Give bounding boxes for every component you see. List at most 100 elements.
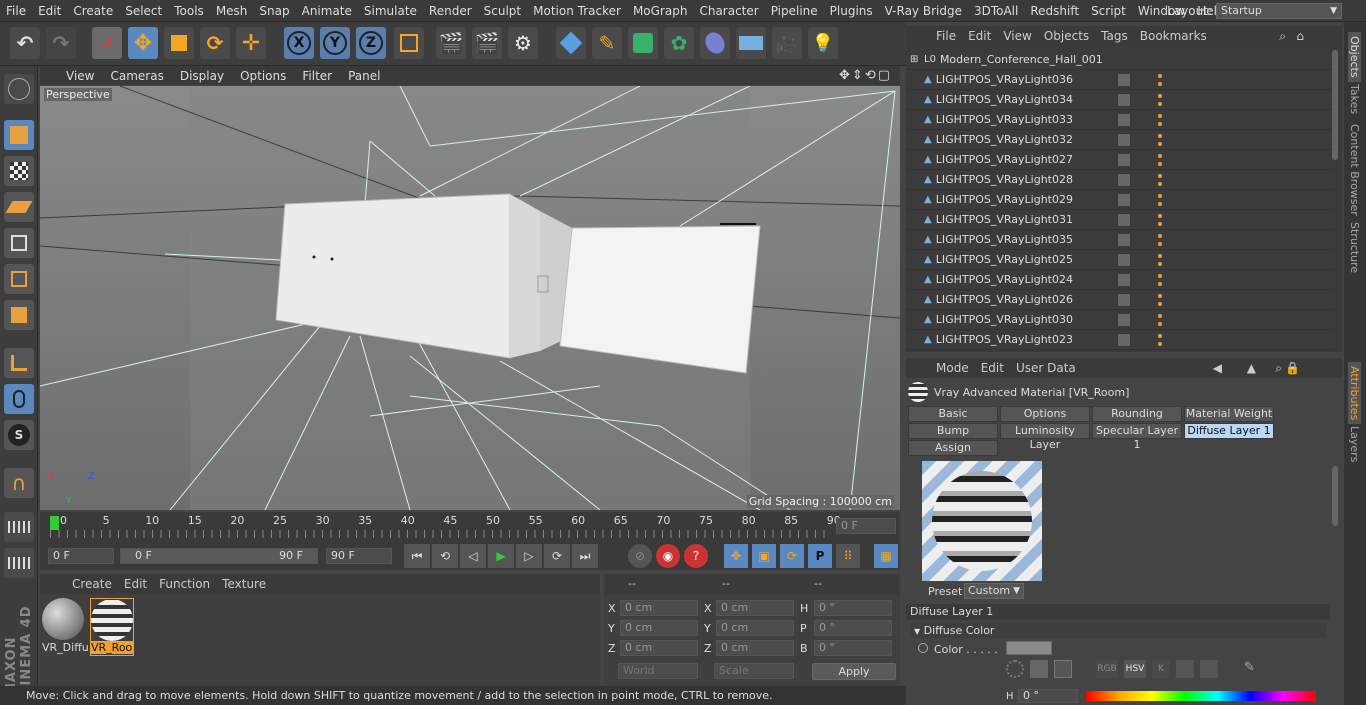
live-selection-button[interactable]: ➚ (92, 27, 122, 59)
solo-button[interactable]: S (4, 420, 34, 450)
object-row[interactable]: ▲ LIGHTPOS_VRayLight023 (906, 330, 1334, 350)
pen-tool-button[interactable]: ✎ (592, 27, 622, 59)
coord-value-field[interactable]: 0 ° (814, 620, 892, 636)
scale-dropdown[interactable]: Scale (714, 663, 794, 679)
menu-file[interactable]: File (0, 4, 32, 18)
side-tab-objects[interactable]: Objects (1348, 32, 1361, 82)
visibility-toggle-icon[interactable] (1117, 133, 1130, 146)
mixer-icon[interactable] (1176, 660, 1194, 678)
deformer-button[interactable] (700, 27, 730, 59)
object-row[interactable]: ▲ LIGHTPOS_VRayLight032 (906, 130, 1334, 150)
tab-options[interactable]: Options (1000, 406, 1090, 422)
z-axis-button[interactable]: Z (356, 27, 386, 59)
object-row[interactable]: ▲ LIGHTPOS_VRayLight028 (906, 170, 1334, 190)
coord-value-field[interactable]: 0 cm (620, 620, 698, 636)
menu-3dtoall[interactable]: 3DToAll (968, 4, 1024, 18)
previous-frame-button[interactable]: ◁ (460, 544, 486, 568)
object-menu-edit[interactable]: Edit (962, 29, 997, 43)
radio-icon[interactable] (918, 643, 928, 653)
viewport-menu-view[interactable]: View (58, 69, 102, 83)
next-key-button[interactable]: ⟳ (544, 544, 570, 568)
menu-animate[interactable]: Animate (296, 4, 358, 18)
camera-button[interactable]: 🎥 (772, 27, 802, 59)
object-row[interactable]: ▲ LIGHTPOS_VRayLight029 (906, 190, 1334, 210)
go-to-start-button[interactable]: ⏮ (404, 544, 430, 568)
tweak-mode-button[interactable] (4, 384, 34, 414)
edges-mode-button[interactable] (4, 264, 34, 294)
viewport-menu-cameras[interactable]: Cameras (102, 69, 171, 83)
eyedropper-icon[interactable]: ✎ (1244, 660, 1262, 678)
material-menu-edit[interactable]: Edit (118, 577, 153, 591)
object-row[interactable]: ▲ LIGHTPOS_VRayLight031 (906, 210, 1334, 230)
subdivision-button[interactable] (628, 27, 658, 59)
menu-plugins[interactable]: Plugins (824, 4, 879, 18)
current-frame-field[interactable]: 0 F (836, 518, 896, 534)
side-tab-takes[interactable]: Takes (1348, 84, 1361, 114)
hsv-button[interactable]: HSV (1124, 660, 1146, 678)
scale-tool-button[interactable] (164, 27, 194, 59)
side-tab-attributes[interactable]: Attributes (1348, 362, 1361, 425)
tab-material-weight[interactable]: Material Weight (1184, 406, 1274, 422)
visibility-toggle-icon[interactable] (1117, 313, 1130, 326)
floor-button[interactable] (736, 27, 766, 59)
object-home-icon[interactable]: ⌂ (1296, 29, 1304, 43)
diffuse-color-group[interactable]: ▼ Diffuse Color (910, 623, 1326, 638)
timeline-window-icon[interactable]: ▦ (874, 544, 898, 568)
visibility-toggle-icon[interactable] (1117, 173, 1130, 186)
object-search-icon[interactable]: ⌕ (1279, 29, 1286, 44)
snapping-button[interactable]: ∩ (4, 468, 34, 498)
viewport-menu-filter[interactable]: Filter (294, 69, 340, 83)
cube-button[interactable] (556, 27, 586, 59)
viewport-menu-panel[interactable]: Panel (340, 69, 388, 83)
material-preview[interactable] (922, 461, 1042, 581)
object-row[interactable]: ▲ LIGHTPOS_VRayLight034 (906, 90, 1334, 110)
color-wheel-icon[interactable] (1006, 660, 1024, 678)
redo-button[interactable]: ↷ (46, 27, 76, 59)
visibility-toggle-icon[interactable] (1117, 73, 1130, 86)
hue-slider[interactable] (1086, 691, 1316, 701)
attributes-scrollbar[interactable] (1332, 466, 1338, 526)
back-arrow-icon[interactable]: ◀ (1213, 361, 1222, 375)
menu-edit[interactable]: Edit (32, 4, 67, 18)
material-menu-create[interactable]: Create (66, 577, 118, 591)
move-tool-button[interactable]: ✥ (128, 27, 158, 59)
spectrum-icon[interactable] (1200, 660, 1218, 678)
visibility-toggle-icon[interactable] (1117, 93, 1130, 106)
object-row[interactable]: ▲ LIGHTPOS_VRayLight025 (906, 250, 1334, 270)
record-icon[interactable]: ◉ (656, 544, 680, 568)
material-menu-texture[interactable]: Texture (216, 577, 272, 591)
color-square-icon[interactable] (1030, 660, 1048, 678)
visibility-toggle-icon[interactable] (1117, 333, 1130, 346)
menu-mesh[interactable]: Mesh (210, 4, 254, 18)
grid-snap-button[interactable] (4, 512, 34, 542)
model-mode-button[interactable] (4, 120, 34, 150)
key-scale-icon[interactable]: ▣ (752, 544, 776, 568)
play-button[interactable]: ▶ (488, 544, 514, 568)
menu-vray-bridge[interactable]: V-Ray Bridge (879, 4, 968, 18)
menu-motion-tracker[interactable]: Motion Tracker (527, 4, 627, 18)
key-rotation-icon[interactable]: ⟳ (780, 544, 804, 568)
x-axis-button[interactable]: X (284, 27, 314, 59)
visibility-toggle-icon[interactable] (1117, 273, 1130, 286)
menu-snap[interactable]: Snap (253, 4, 295, 18)
visibility-toggle-icon[interactable] (1117, 213, 1130, 226)
side-tab-layers[interactable]: Layers (1348, 426, 1361, 462)
tab-diffuse-layer-1[interactable]: Diffuse Layer 1 (1184, 423, 1274, 439)
go-to-end-button[interactable]: ⏭ (572, 544, 598, 568)
workplane-mode-button[interactable] (4, 192, 34, 222)
viewport-navigation-icons[interactable]: ✥⇕⟲▢ (831, 68, 900, 83)
attributes-search-icon[interactable]: ⌕ (1275, 361, 1282, 376)
object-menu-tags[interactable]: Tags (1095, 29, 1134, 43)
visibility-toggle-icon[interactable] (1117, 293, 1130, 306)
y-axis-button[interactable]: Y (320, 27, 350, 59)
layout-dropdown[interactable]: Startup ▼ (1216, 3, 1342, 19)
attributes-menu-mode[interactable]: Mode (930, 361, 975, 375)
object-row[interactable]: ▲ LIGHTPOS_VRayLight030 (906, 310, 1334, 330)
menu-character[interactable]: Character (693, 4, 764, 18)
menu-tools[interactable]: Tools (168, 4, 210, 18)
world-dropdown[interactable]: World (618, 663, 698, 679)
side-tab-structure[interactable]: Structure (1348, 222, 1361, 273)
hue-field[interactable]: 0 ° (1018, 689, 1078, 703)
material-swatch-diffuse[interactable]: VR_Diffu (42, 598, 89, 656)
tab-luminosity-layer[interactable]: Luminosity Layer (1000, 423, 1090, 451)
